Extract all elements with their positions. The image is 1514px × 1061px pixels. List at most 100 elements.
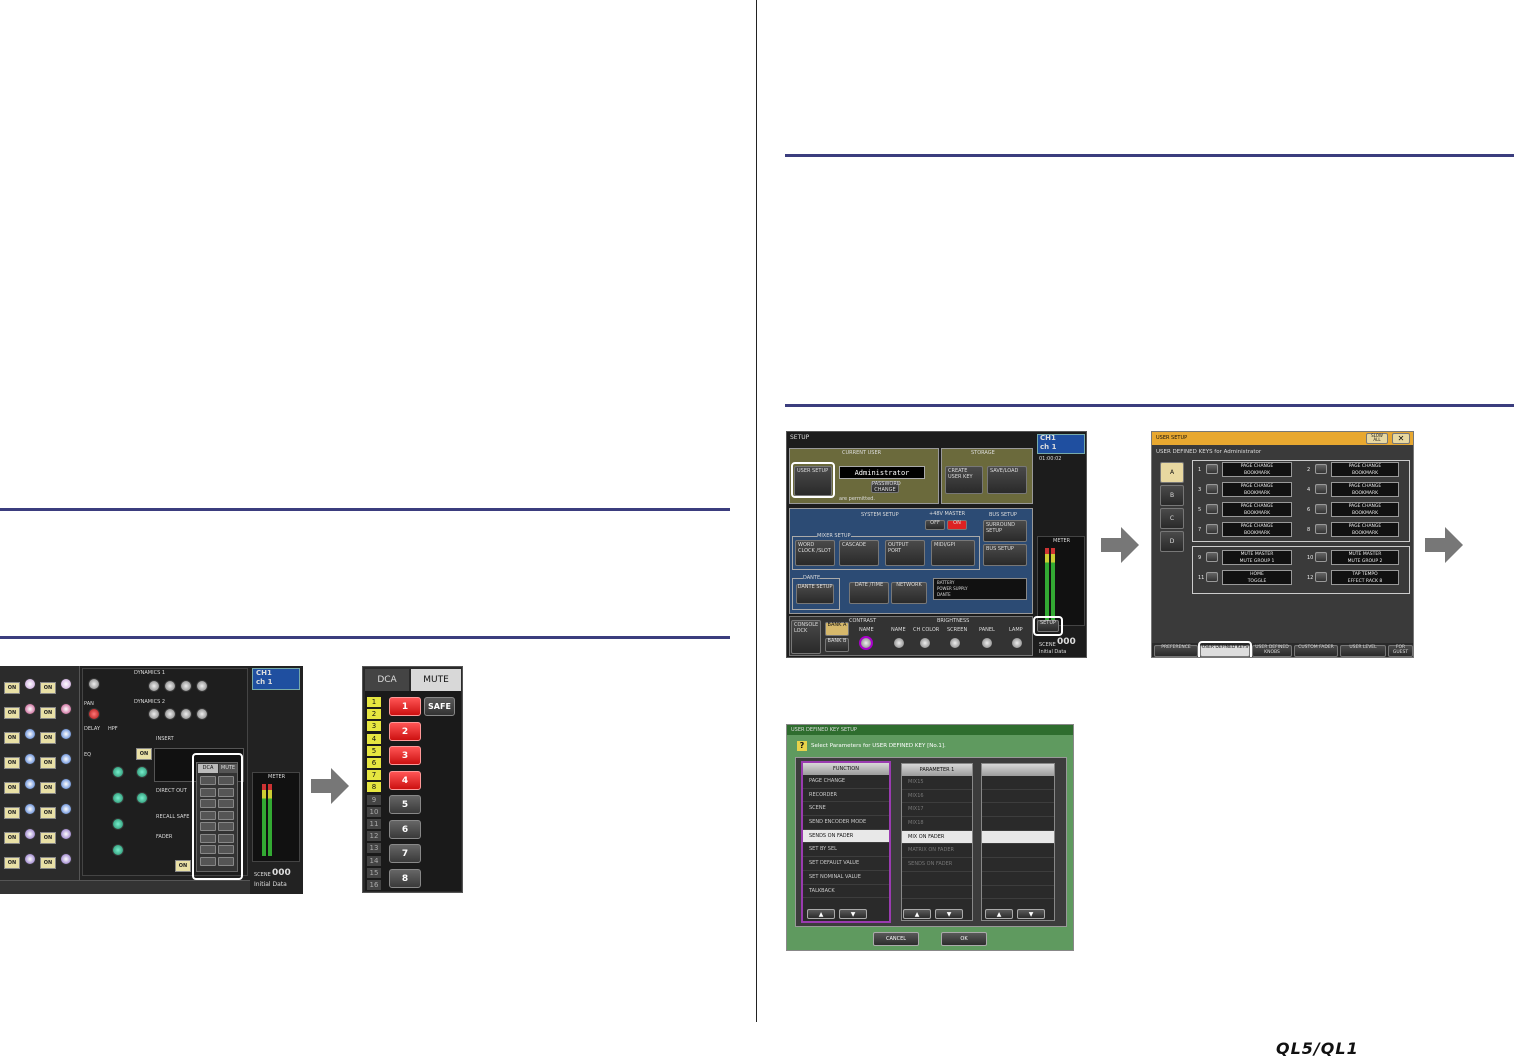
- channel-knob[interactable]: [24, 703, 36, 715]
- channel-on-button[interactable]: ON: [4, 682, 20, 694]
- scroll-up-icon[interactable]: ▲: [903, 909, 931, 919]
- close-icon[interactable]: ✕: [1392, 433, 1410, 444]
- safe-button[interactable]: SAFE: [424, 697, 455, 716]
- function-item[interactable]: PAGE CHANGE: [803, 775, 889, 789]
- bank-b-button[interactable]: BANK B: [825, 638, 849, 652]
- function-item[interactable]: TALKBACK: [803, 885, 889, 899]
- channel-on-button[interactable]: ON: [40, 707, 56, 719]
- parameter-item[interactable]: MIX15: [902, 776, 972, 790]
- cascade-button[interactable]: CASCADE: [839, 540, 879, 566]
- brightness-knob[interactable]: [949, 637, 961, 649]
- channel-on-button[interactable]: ON: [4, 732, 20, 744]
- mute-group-button[interactable]: 8: [389, 868, 421, 888]
- channel-on-button[interactable]: ON: [40, 807, 56, 819]
- parameter2-item[interactable]: [982, 790, 1054, 804]
- pan-knob[interactable]: [88, 708, 100, 720]
- channel-on-button[interactable]: ON: [40, 732, 56, 744]
- function-item[interactable]: SENDS ON FADER: [803, 829, 889, 844]
- eq-lmid-knob[interactable]: [112, 818, 124, 830]
- mute-group-button[interactable]: 6: [389, 819, 421, 839]
- user-defined-key-field[interactable]: PAGE CHANGE BOOKMARK: [1222, 482, 1292, 497]
- channel-knob[interactable]: [24, 778, 36, 790]
- parameter-item[interactable]: MIX ON FADER: [902, 830, 972, 845]
- function-item[interactable]: SET NOMINAL VALUE: [803, 871, 889, 885]
- dyn-knob[interactable]: [196, 680, 208, 692]
- parameter2-item[interactable]: [982, 776, 1054, 790]
- function-item[interactable]: SET DEFAULT VALUE: [803, 857, 889, 871]
- key-led-button[interactable]: [1206, 552, 1218, 562]
- ok-button[interactable]: OK: [941, 932, 987, 946]
- phantom-on-button[interactable]: ON: [947, 520, 967, 530]
- channel-on-button[interactable]: ON: [4, 832, 20, 844]
- channel-knob[interactable]: [24, 803, 36, 815]
- create-user-key-button[interactable]: CREATE USER KEY: [945, 466, 983, 494]
- key-led-button[interactable]: [1315, 484, 1327, 494]
- key-led-button[interactable]: [1206, 524, 1218, 534]
- tab-preference[interactable]: PREFERENCE: [1154, 645, 1198, 657]
- parameter-item[interactable]: [902, 872, 972, 886]
- mute-group-button[interactable]: 1: [389, 697, 421, 716]
- key-led-button[interactable]: [1206, 572, 1218, 582]
- key-led-button[interactable]: [1206, 484, 1218, 494]
- channel-on-button[interactable]: ON: [4, 857, 20, 869]
- slow-all-button[interactable]: SLOW ALL: [1366, 433, 1388, 444]
- user-name-field[interactable]: Administrator: [839, 466, 925, 479]
- channel-knob[interactable]: [24, 728, 36, 740]
- dyn-knob[interactable]: [148, 708, 160, 720]
- user-defined-key-field[interactable]: PAGE CHANGE BOOKMARK: [1331, 462, 1399, 477]
- channel-on-button[interactable]: ON: [4, 782, 20, 794]
- save-load-button[interactable]: SAVE/LOAD: [987, 466, 1027, 494]
- dyn-knob[interactable]: [180, 708, 192, 720]
- channel-on-button[interactable]: ON: [4, 707, 20, 719]
- key-led-button[interactable]: [1206, 464, 1218, 474]
- bank-a-button[interactable]: BANK A: [825, 622, 849, 636]
- key-led-button[interactable]: [1315, 552, 1327, 562]
- gain-knob[interactable]: [88, 678, 100, 690]
- parameter2-item[interactable]: [982, 872, 1054, 886]
- phantom-off-button[interactable]: OFF: [925, 520, 945, 530]
- dyn-knob[interactable]: [196, 708, 208, 720]
- dyn-knob[interactable]: [148, 680, 160, 692]
- scroll-down-icon[interactable]: ▼: [839, 909, 867, 919]
- channel-knob[interactable]: [24, 828, 36, 840]
- function-item[interactable]: RECORDER: [803, 789, 889, 803]
- parameter2-item[interactable]: [982, 886, 1054, 900]
- mute-group-button[interactable]: 2: [389, 721, 421, 741]
- scroll-down-icon[interactable]: ▼: [935, 909, 963, 919]
- parameter-item[interactable]: MIX18: [902, 817, 972, 831]
- parameter-item[interactable]: SENDS ON FADER: [902, 858, 972, 872]
- function-item[interactable]: SET BY SEL: [803, 843, 889, 858]
- key-led-button[interactable]: [1315, 504, 1327, 514]
- brightness-knob[interactable]: [981, 637, 993, 649]
- dante-setup-button[interactable]: DANTE SETUP: [796, 584, 834, 604]
- eq-q-knob[interactable]: [136, 766, 148, 778]
- user-defined-key-field[interactable]: MUTE MASTER MUTE GROUP 2: [1331, 550, 1399, 565]
- bank-button[interactable]: A: [1160, 462, 1184, 483]
- bank-button[interactable]: B: [1160, 485, 1184, 506]
- mute-group-button[interactable]: 7: [389, 844, 421, 863]
- channel-on-button[interactable]: ON: [40, 682, 56, 694]
- function-item[interactable]: SEND ENCODER MODE: [803, 816, 889, 830]
- midi-gpi-button[interactable]: MIDI/GPI: [931, 540, 975, 566]
- brightness-knob[interactable]: [919, 637, 931, 649]
- function-item[interactable]: SCENE: [803, 802, 889, 817]
- channel-knob[interactable]: [24, 853, 36, 865]
- key-led-button[interactable]: [1315, 464, 1327, 474]
- tab-dca[interactable]: DCA: [365, 669, 409, 691]
- scroll-up-icon[interactable]: ▲: [985, 909, 1013, 919]
- word-clock-button[interactable]: WORD CLOCK /SLOT: [795, 540, 835, 566]
- user-defined-key-field[interactable]: PAGE CHANGE BOOKMARK: [1222, 522, 1292, 537]
- cancel-button[interactable]: CANCEL: [873, 932, 919, 946]
- mute-group-button[interactable]: 3: [389, 746, 421, 765]
- key-led-button[interactable]: [1206, 504, 1218, 514]
- parameter2-item[interactable]: [982, 817, 1054, 831]
- parameter2-item[interactable]: [982, 844, 1054, 859]
- channel-knob[interactable]: [24, 753, 36, 765]
- surround-setup-button[interactable]: SURROUND SETUP: [983, 520, 1027, 542]
- parameter-item[interactable]: MIX16: [902, 790, 972, 804]
- parameter2-item[interactable]: [982, 803, 1054, 818]
- user-defined-key-field[interactable]: PAGE CHANGE BOOKMARK: [1331, 522, 1399, 537]
- tab-user-defined-knobs[interactable]: USER DEFINED KNOBS: [1252, 645, 1292, 657]
- channel-knob[interactable]: [60, 703, 72, 715]
- bank-button[interactable]: C: [1160, 508, 1184, 529]
